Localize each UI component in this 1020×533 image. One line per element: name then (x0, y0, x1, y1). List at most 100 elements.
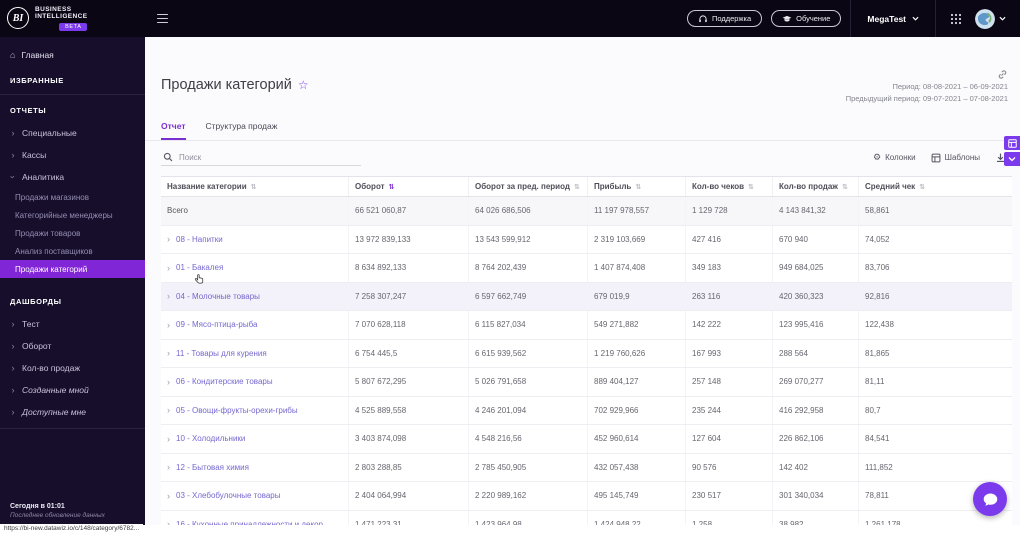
category-link[interactable]: 16 - Кухонные принадлежности и декор (176, 520, 323, 525)
table-row[interactable]: › 08 - Напитки 13 972 839,133 13 543 599,91… (161, 225, 1012, 254)
sort-icon[interactable]: ⇅ (251, 183, 257, 191)
sidebar-item-dashboard[interactable]: › Оборот (0, 335, 145, 357)
table-toolbar: ⚙ Колонки Шаблоны (161, 149, 1006, 166)
sidebar-subitem[interactable]: Продажи товаров (0, 224, 145, 242)
chevron-right-icon[interactable]: › (167, 291, 170, 301)
category-link[interactable]: 08 - Напитки (176, 235, 223, 244)
table-row[interactable]: › 04 - Молочные товары 7 258 307,247 6 597 … (161, 282, 1012, 311)
sidebar-subitem[interactable]: Продажи категорий (0, 260, 145, 278)
sidebar-item-label: Тест (22, 319, 40, 329)
favorite-star-icon[interactable]: ☆ (298, 78, 309, 92)
cell-value: 142 402 (773, 453, 859, 481)
table-row[interactable]: › 03 - Хлебобулочные товары 2 404 064,994 2… (161, 482, 1012, 511)
column-header[interactable]: Название категории ⇅ (161, 177, 349, 196)
sidebar-item-report[interactable]: › Аналитика (0, 166, 145, 188)
sidebar-subitem[interactable]: Анализ поставщиков (0, 242, 145, 260)
chevron-right-icon[interactable]: › (167, 377, 170, 387)
search-input[interactable] (179, 152, 359, 162)
collapse-panel-button[interactable] (1004, 152, 1020, 166)
column-header[interactable]: Оборот ⇅ (349, 177, 469, 196)
column-header[interactable]: Кол-во продаж ⇅ (773, 177, 859, 196)
share-link-icon[interactable] (997, 69, 1008, 80)
cell-category: › 16 - Кухонные принадлежности и декор (161, 510, 349, 525)
table-row-total[interactable]: Всего 66 521 060,87 64 026 686,506 11 197 9… (161, 197, 1012, 226)
report-tab[interactable]: Структура продаж (206, 121, 278, 140)
sort-icon[interactable]: ⇅ (919, 183, 925, 191)
column-header[interactable]: Прибыль ⇅ (588, 177, 686, 196)
user-avatar-menu[interactable] (975, 8, 1006, 29)
column-header-label: Средний чек (865, 182, 916, 191)
sidebar-item-report[interactable]: › Кассы (0, 144, 145, 166)
category-link[interactable]: 01 - Бакалея (176, 263, 223, 272)
cell-value: 4 548 216,56 (469, 425, 588, 453)
apps-grid-icon[interactable] (950, 13, 962, 25)
previous-period: Предыдущий период: 09-07-2021 – 07-08-20… (845, 94, 1008, 103)
cell-value: 416 292,958 (773, 396, 859, 424)
sidebar-item-home[interactable]: ⌂ Главная (0, 43, 145, 67)
sort-icon[interactable]: ⇅ (842, 183, 848, 191)
category-link[interactable]: 04 - Молочные товары (176, 292, 260, 301)
table-row[interactable]: › 06 - Кондитерские товары 5 807 672,295 5 … (161, 368, 1012, 397)
table-row[interactable]: › 01 - Бакалея 8 634 892,133 8 764 202,439 1… (161, 254, 1012, 283)
category-link[interactable]: 06 - Кондитерские товары (176, 377, 273, 386)
cell-value: 549 271,882 (588, 311, 686, 339)
chevron-right-icon[interactable]: › (167, 462, 170, 472)
cell-category: › 06 - Кондитерские товары (161, 368, 349, 396)
category-link[interactable]: 03 - Хлебобулочные товары (176, 491, 281, 500)
sidebar-item-report[interactable]: › Специальные (0, 122, 145, 144)
table-row[interactable]: › 16 - Кухонные принадлежности и декор 1 4… (161, 510, 1012, 525)
report-tab[interactable]: Отчет (161, 121, 186, 140)
category-link[interactable]: 10 - Холодильники (176, 434, 245, 443)
chevron-right-icon[interactable]: › (167, 348, 170, 358)
sidebar-item-dashboard[interactable]: › Тест (0, 313, 145, 335)
training-button[interactable]: Обучение (771, 10, 842, 27)
sort-icon[interactable]: ⇅ (389, 183, 395, 191)
table-row[interactable]: › 11 - Товары для курения 6 754 445,5 6 615… (161, 339, 1012, 368)
cell-value: 8 634 892,133 (349, 254, 469, 282)
menu-toggle-icon[interactable] (157, 13, 168, 24)
sidebar-item-dashboard[interactable]: › Кол-во продаж (0, 357, 145, 379)
sidebar-subitems: Продажи магазинов Категорийные менеджеры П… (0, 188, 145, 278)
table-row[interactable]: › 12 - Бытовая химия 2 803 288,85 2 785 450… (161, 453, 1012, 482)
app-logo[interactable]: BI BUSINESS INTELLIGENCE BETA (0, 6, 145, 31)
column-header[interactable]: Средний чек ⇅ (859, 177, 954, 196)
chevron-right-icon[interactable]: › (167, 491, 170, 501)
column-header[interactable]: Оборот за пред. период ⇅ (469, 177, 588, 196)
table-row[interactable]: › 05 - Овощи-фрукты-орехи-грибы 4 525 889,… (161, 396, 1012, 425)
support-button[interactable]: Поддержка (686, 10, 763, 27)
chat-widget-button[interactable] (973, 482, 1007, 516)
cell-value: 4 246 201,094 (469, 396, 588, 424)
sidebar-item-dashboard[interactable]: › Доступные мне (0, 401, 145, 423)
chevron-right-icon[interactable]: › (167, 405, 170, 415)
sort-icon[interactable]: ⇅ (635, 183, 641, 191)
category-link[interactable]: 12 - Бытовая химия (176, 463, 249, 472)
account-menu[interactable]: MegaTest (850, 0, 936, 37)
table-row[interactable]: › 10 - Холодильники 3 403 874,098 4 548 216… (161, 425, 1012, 454)
chevron-right-icon[interactable]: › (167, 519, 170, 525)
chevron-right-icon[interactable]: › (167, 320, 170, 330)
sidebar-subitem[interactable]: Продажи магазинов (0, 188, 145, 206)
category-link[interactable]: 05 - Овощи-фрукты-орехи-грибы (176, 406, 298, 415)
sort-icon[interactable]: ⇅ (748, 183, 754, 191)
sidebar-subitem[interactable]: Категорийные менеджеры (0, 206, 145, 224)
cell-value: 3 403 874,098 (349, 425, 469, 453)
category-link[interactable]: 11 - Товары для курения (176, 349, 267, 358)
table-row[interactable]: › 09 - Мясо-птица-рыба 7 070 628,118 6 115 … (161, 311, 1012, 340)
category-link[interactable]: 09 - Мясо-птица-рыба (176, 320, 257, 329)
sidebar-item-label: Оборот (22, 341, 52, 351)
cell-category: › 10 - Холодильники (161, 425, 349, 453)
sort-icon[interactable]: ⇅ (574, 183, 580, 191)
topbar-icon-cluster (936, 0, 1020, 37)
chevron-right-icon[interactable]: › (167, 434, 170, 444)
search-box[interactable] (161, 149, 361, 166)
column-header[interactable]: Кол-во чеков ⇅ (686, 177, 773, 196)
cell-value: 4 525 889,558 (349, 396, 469, 424)
table-view-button[interactable] (1004, 136, 1020, 150)
sidebar-item-dashboard[interactable]: › Созданные мной (0, 379, 145, 401)
columns-button[interactable]: ⚙ Колонки (873, 152, 916, 163)
table-tools: ⚙ Колонки Шаблоны (873, 152, 1006, 163)
cell-value: 1 129 728 (686, 197, 773, 225)
templates-button[interactable]: Шаблоны (931, 153, 980, 163)
chevron-right-icon[interactable]: › (167, 234, 170, 244)
chevron-right-icon[interactable]: › (167, 263, 170, 273)
